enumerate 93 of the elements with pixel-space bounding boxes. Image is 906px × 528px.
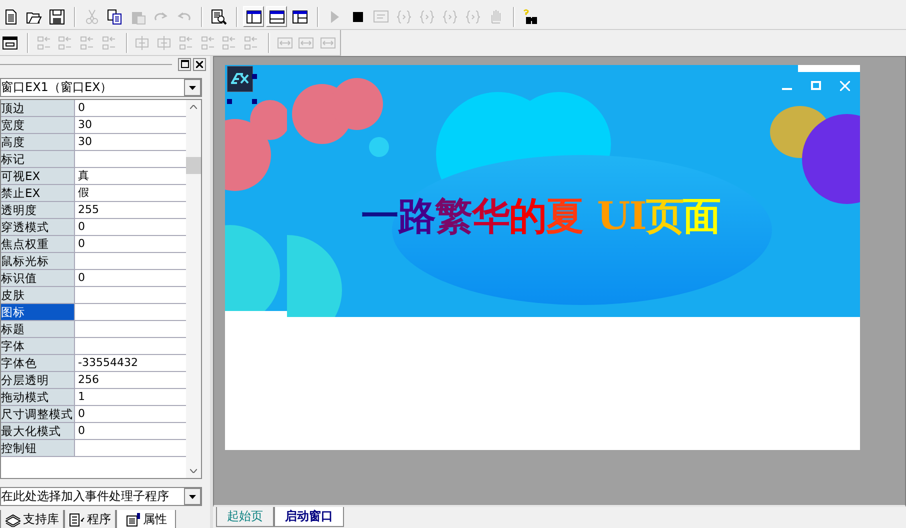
property-name[interactable]: 标题	[1, 321, 75, 337]
ex-logo-icon[interactable]	[227, 66, 253, 92]
layout-icon	[292, 8, 308, 24]
property-name[interactable]: 高度	[1, 134, 75, 150]
scroll-down-icon[interactable]	[190, 469, 197, 473]
close-icon[interactable]	[840, 81, 850, 91]
property-value[interactable]: 1	[75, 389, 186, 405]
editor-tab[interactable]: 启动窗口	[274, 507, 344, 527]
scissors-icon	[84, 8, 100, 24]
property-name[interactable]: 最大化模式	[1, 423, 75, 439]
property-value[interactable]: 真	[75, 168, 186, 184]
step-brace-icon	[418, 8, 434, 24]
editor-tab[interactable]: 起始页	[216, 507, 274, 527]
step-brace-icon	[464, 8, 480, 24]
maximize-icon[interactable]	[811, 81, 821, 91]
align-icon	[36, 34, 52, 50]
property-name[interactable]: 透明度	[1, 202, 75, 218]
caret-icon	[189, 494, 196, 498]
event-name: 在此处选择加入事件处理子程序	[1, 488, 169, 505]
debug-window-icon	[372, 8, 388, 24]
restore-button[interactable]	[178, 58, 191, 70]
scroll-up-icon[interactable]	[190, 105, 197, 109]
property-sheet-icon	[125, 512, 141, 526]
find-document-icon	[210, 8, 226, 24]
property-value[interactable]: 0	[75, 423, 186, 439]
property-name[interactable]: 字体色	[1, 355, 75, 371]
document-icon	[69, 512, 85, 526]
form-icon	[2, 34, 18, 50]
object-dropdown[interactable]: 窗口EX1（窗口EX）	[0, 78, 202, 97]
align-icon	[100, 34, 117, 50]
property-name[interactable]: 拖动模式	[1, 389, 75, 405]
align-icon	[57, 34, 74, 50]
property-name[interactable]: 尺寸调整模式	[1, 406, 75, 422]
property-name[interactable]: 字体	[1, 338, 75, 354]
property-value[interactable]: 0	[75, 236, 186, 252]
step-brace-icon	[442, 8, 458, 24]
property-name[interactable]: 标记	[1, 151, 75, 167]
layout-icon	[268, 8, 284, 24]
center-align-icon	[134, 34, 150, 50]
property-value[interactable]: 0	[75, 100, 186, 116]
property-name[interactable]: 焦点权重	[1, 236, 75, 252]
property-value[interactable]: -33554432	[75, 355, 186, 371]
property-value[interactable]: 30	[75, 117, 186, 133]
property-name[interactable]: 图标	[1, 304, 75, 320]
help-binoculars-icon	[522, 8, 538, 24]
resize-icon	[298, 34, 314, 50]
align-icon	[178, 34, 194, 50]
books-icon	[5, 512, 21, 526]
layout-button[interactable]	[243, 6, 264, 27]
save-icon	[48, 8, 64, 24]
step-brace-icon	[396, 8, 412, 24]
property-value[interactable]: 255	[75, 202, 186, 218]
property-name[interactable]: 鼠标光标	[1, 253, 75, 269]
property-value[interactable]: 假	[75, 185, 186, 201]
property-name[interactable]: 穿透模式	[1, 219, 75, 235]
caret-icon	[189, 86, 196, 90]
property-value[interactable]: 0	[75, 219, 186, 235]
close-button[interactable]	[193, 58, 206, 70]
align-icon	[79, 34, 95, 50]
property-name[interactable]: 可视EX	[1, 168, 75, 184]
align-icon	[243, 34, 260, 50]
align-icon	[200, 34, 216, 50]
property-name[interactable]: 分层透明	[1, 372, 75, 388]
panel-tab[interactable]: 程序	[64, 510, 116, 528]
new-file-icon	[2, 8, 18, 24]
property-value[interactable]: 30	[75, 134, 186, 150]
dropdown-button[interactable]	[184, 79, 201, 96]
selection-handles[interactable]	[227, 74, 257, 104]
property-name[interactable]: 宽度	[1, 117, 75, 133]
copy-icon	[106, 8, 122, 24]
layout-icon	[246, 8, 262, 24]
property-name[interactable]: 皮肤	[1, 287, 75, 303]
panel-tab[interactable]: 属性	[116, 510, 176, 528]
center-align-icon	[156, 34, 172, 50]
align-icon	[221, 34, 238, 50]
resize-icon	[320, 34, 336, 50]
close-icon	[196, 60, 203, 68]
property-name[interactable]: 顶边	[1, 100, 75, 116]
panel-tab[interactable]: 支持库	[0, 510, 64, 528]
property-value[interactable]: 0	[75, 270, 186, 286]
dropdown-button[interactable]	[184, 488, 201, 505]
property-name[interactable]: 禁止EX	[1, 185, 75, 201]
object-name: 窗口EX1（窗口EX）	[1, 79, 112, 96]
resize-icon	[276, 34, 293, 50]
layout-button[interactable]	[266, 6, 287, 27]
property-value[interactable]: 256	[75, 372, 186, 388]
property-name[interactable]: 标识值	[1, 270, 75, 286]
property-value[interactable]: 0	[75, 406, 186, 422]
scroll-thumb[interactable]	[186, 157, 201, 174]
event-dropdown[interactable]: 在此处选择加入事件处理子程序	[0, 487, 202, 506]
banner-title: 一路繁华的夏 UI页面	[361, 192, 720, 240]
scrollbar[interactable]	[186, 100, 201, 478]
property-name[interactable]: 控制钮	[1, 440, 75, 456]
